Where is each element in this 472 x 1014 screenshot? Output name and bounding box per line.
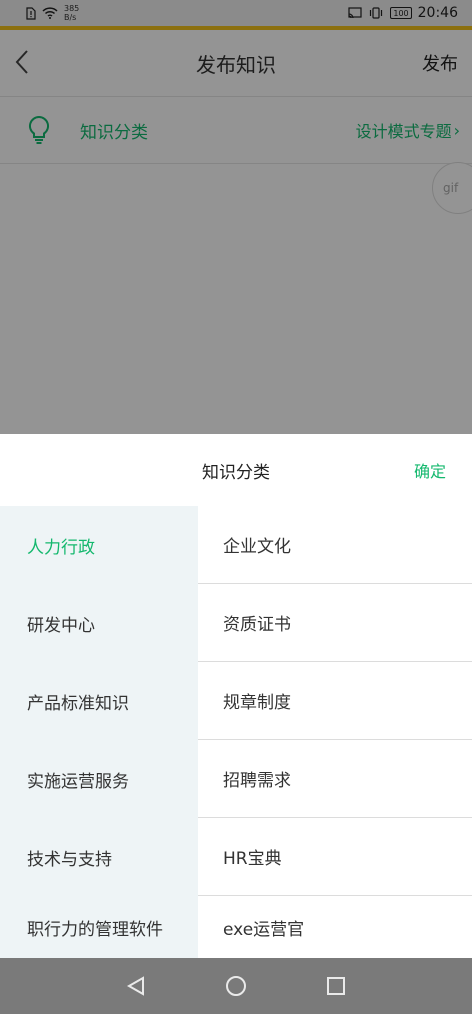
secondary-category-item[interactable]: HR宝典 bbox=[198, 818, 472, 896]
category-picker-sheet: 知识分类 确定 人力行政 研发中心 产品标准知识 实施运营服务 技术与支持 职行… bbox=[0, 434, 472, 958]
modal-overlay[interactable] bbox=[0, 0, 472, 434]
circle-home-icon bbox=[226, 976, 246, 996]
primary-category-item[interactable]: 产品标准知识 bbox=[0, 662, 198, 740]
secondary-category-item[interactable]: 规章制度 bbox=[198, 662, 472, 740]
secondary-category-item[interactable]: 企业文化 bbox=[198, 506, 472, 584]
secondary-category-list: 企业文化 资质证书 规章制度 招聘需求 HR宝典 exe运营官 bbox=[198, 506, 472, 958]
picker-title: 知识分类 bbox=[202, 462, 270, 483]
primary-category-item[interactable]: 人力行政 bbox=[0, 506, 198, 584]
primary-category-item[interactable]: 实施运营服务 bbox=[0, 740, 198, 818]
square-recents-icon bbox=[327, 977, 345, 995]
nav-recents-button[interactable] bbox=[322, 972, 350, 1000]
system-nav-bar bbox=[0, 958, 472, 1014]
confirm-button[interactable]: 确定 bbox=[414, 434, 446, 506]
nav-back-button[interactable] bbox=[122, 972, 150, 1000]
nav-home-button[interactable] bbox=[222, 972, 250, 1000]
triangle-back-icon bbox=[126, 976, 144, 996]
secondary-category-item[interactable]: 资质证书 bbox=[198, 584, 472, 662]
secondary-category-item[interactable]: 招聘需求 bbox=[198, 740, 472, 818]
primary-category-list: 人力行政 研发中心 产品标准知识 实施运营服务 技术与支持 职行力的管理软件 bbox=[0, 506, 198, 958]
primary-category-item[interactable]: 职行力的管理软件 bbox=[0, 896, 198, 958]
secondary-category-item[interactable]: exe运营官 bbox=[198, 896, 472, 958]
picker-header: 知识分类 确定 bbox=[0, 434, 472, 506]
primary-category-item[interactable]: 技术与支持 bbox=[0, 818, 198, 896]
primary-category-item[interactable]: 研发中心 bbox=[0, 584, 198, 662]
